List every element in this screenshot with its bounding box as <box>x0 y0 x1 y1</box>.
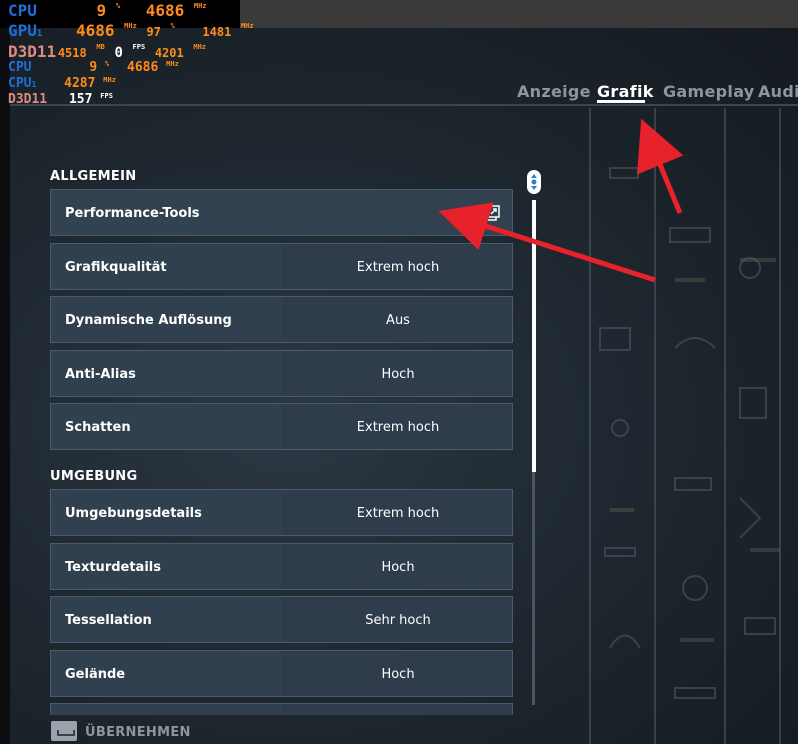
osd-unit: MHz <box>240 22 254 30</box>
setting-value[interactable]: Sehr hoch <box>282 613 514 628</box>
setting-value[interactable]: Hoch <box>282 667 514 682</box>
osd-unit: FPS <box>132 43 146 51</box>
osd-cpu2-usage: 9 <box>89 60 98 75</box>
osd-gpu-mem-clock: 1481 <box>202 25 232 39</box>
section-title-general: ALLGEMEIN <box>50 169 137 184</box>
osd-line-3: D3D11 4518 MB 0 FPS 4201 MHz <box>8 42 207 61</box>
external-link-icon[interactable] <box>484 205 500 221</box>
osd-line-5: CPU1 4287 MHz <box>8 76 116 91</box>
osd-unit: % <box>104 60 110 68</box>
setting-row-performance-tools[interactable]: Performance-Tools <box>50 189 513 236</box>
osd-line-1: CPU 9 % 4686 MHz <box>8 3 207 19</box>
osd-cpu3-clock: 4287 <box>64 76 96 91</box>
tab-audio[interactable]: Audio <box>758 82 798 101</box>
row-label-area <box>51 704 282 715</box>
setting-value[interactable]: Hoch <box>282 367 514 382</box>
osd-d3d-label: D3D11 <box>8 42 57 61</box>
osd-unit: % <box>170 22 175 30</box>
setting-label: Grafikqualität <box>65 260 167 275</box>
tab-gameplay[interactable]: Gameplay <box>663 82 755 101</box>
setting-value[interactable]: Hoch <box>282 560 514 575</box>
setting-value[interactable]: Aus <box>282 313 514 328</box>
setting-label: Gelände <box>65 667 126 682</box>
osd-line-2: GPU1 4686 MHz 97 % 1481 MHz <box>8 23 254 39</box>
setting-label: Tessellation <box>65 613 152 628</box>
osd-cpu-clock: 4686 <box>145 1 185 20</box>
osd-gpu-sub: 1 <box>36 29 43 39</box>
osd-cpu3-label: CPU <box>8 76 32 91</box>
setting-label: Performance-Tools <box>65 206 200 221</box>
osd-unit: FPS <box>100 92 113 100</box>
setting-value[interactable]: Extrem hoch <box>282 260 514 275</box>
setting-label: Umgebungsdetails <box>65 506 202 521</box>
setting-label: Anti-Alias <box>65 367 136 382</box>
setting-row-umgebungsdetails[interactable]: Umgebungsdetails Extrem hoch <box>50 489 513 536</box>
scrollbar-thumb[interactable] <box>532 200 536 472</box>
setting-row-tessellation[interactable]: Tessellation Sehr hoch <box>50 596 513 643</box>
osd-unit: % <box>115 2 121 10</box>
section-title-environment: UMGEBUNG <box>50 469 138 484</box>
osd-gpu-label: GPU <box>8 21 37 40</box>
setting-row-grafikqualitaet[interactable]: Grafikqualität Extrem hoch <box>50 243 513 290</box>
osd-cpu2-label: CPU <box>8 60 32 75</box>
osd-unit: MHz <box>166 60 179 68</box>
osd-line-4: CPU 9 % 4686 MHz <box>8 60 179 75</box>
osd-clock-3: 4201 <box>154 46 184 60</box>
osd-gpu-usage: 97 <box>146 25 161 39</box>
osd-unit: MHz <box>103 76 116 84</box>
osd-vram: 4518 <box>57 46 87 60</box>
setting-label: Schatten <box>65 420 131 435</box>
setting-row-partial[interactable] <box>50 703 513 715</box>
setting-value[interactable]: Extrem hoch <box>282 506 514 521</box>
tab-grafik[interactable]: Grafik <box>597 82 654 101</box>
osd-cpu3-sub: 1 <box>31 80 37 89</box>
osd-cpu-label: CPU <box>8 1 37 20</box>
osd-unit: MB <box>96 43 105 51</box>
osd-fps-zero: 0 <box>114 45 123 61</box>
setting-row-schatten[interactable]: Schatten Extrem hoch <box>50 403 513 450</box>
osd-gpu-clock: 4686 <box>75 21 115 40</box>
setting-value[interactable]: Extrem hoch <box>282 420 514 435</box>
osd-cpu2-clock: 4686 <box>127 60 159 75</box>
osd-cpu-usage: 9 <box>96 1 107 20</box>
setting-label: Dynamische Auflösung <box>65 313 232 328</box>
tab-anzeige[interactable]: Anzeige <box>517 82 591 101</box>
setting-row-anti-alias[interactable]: Anti-Alias Hoch <box>50 350 513 397</box>
setting-row-texturdetails[interactable]: Texturdetails Hoch <box>50 543 513 590</box>
osd-unit: MHz <box>124 22 137 30</box>
tab-bar-line <box>10 104 798 106</box>
scroll-handle-icon[interactable] <box>526 169 542 195</box>
setting-row-gelaende[interactable]: Gelände Hoch <box>50 650 513 697</box>
osd-unit: MHz <box>193 2 207 10</box>
active-tab-underline <box>597 100 645 103</box>
setting-row-dynamische-aufloesung[interactable]: Dynamische Auflösung Aus <box>50 296 513 343</box>
osd-unit: MHz <box>193 43 207 51</box>
apply-button[interactable]: ÜBERNEHMEN <box>85 725 191 740</box>
left-edge-strip <box>0 28 10 744</box>
keyboard-key-icon <box>51 721 77 741</box>
setting-label: Texturdetails <box>65 560 161 575</box>
